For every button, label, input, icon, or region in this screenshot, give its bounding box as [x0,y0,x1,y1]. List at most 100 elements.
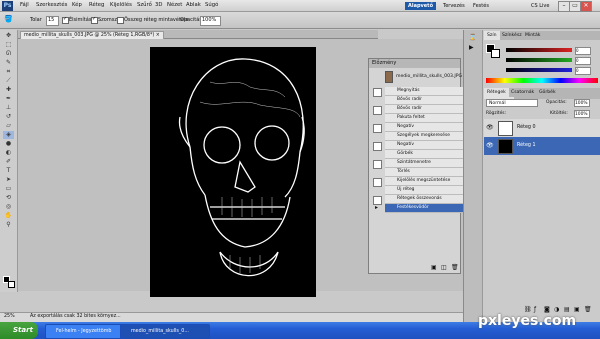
path-select-icon[interactable]: ➤ [3,176,14,184]
dodge-tool-icon[interactable]: ◐ [3,149,14,157]
opacity-input[interactable]: 100% [200,16,221,26]
tab-layers[interactable]: Rétegek [484,88,509,97]
delete-state-icon[interactable]: 🗑 [451,264,459,271]
tab-channels[interactable]: Csatornák [508,88,537,97]
history-brush-source-box[interactable] [373,124,382,133]
shape-tool-icon[interactable]: ▭ [3,185,14,193]
new-document-icon[interactable]: ▣ [431,264,437,271]
layer-opacity-input[interactable]: 100% [574,99,590,107]
history-item[interactable]: Megnyitás [385,87,471,96]
history-item[interactable]: Törlés [385,168,471,177]
taskbar-item-photoshop[interactable]: medio_millita_skulls_0... [120,324,210,339]
history-item[interactable]: Rétegek összevonás [385,195,471,204]
delete-layer-icon[interactable]: 🗑 [584,306,592,313]
menu-select[interactable]: Kijelölés [110,2,132,8]
tab-swatches[interactable]: Színkész [499,31,525,40]
brush-tool-icon[interactable]: ✒ [3,95,14,103]
layer-style-icon[interactable]: ƒ [534,306,536,313]
red-value[interactable]: 0 [575,47,591,55]
3d-orbit-icon[interactable]: ◎ [3,203,14,211]
eraser-tool-icon[interactable]: ▱ [3,122,14,130]
clone-stamp-icon[interactable]: ⊥ [3,104,14,112]
history-brush-icon[interactable]: ↺ [3,113,14,121]
menu-3d[interactable]: 3D [155,2,162,8]
tolerance-input[interactable]: 15 [46,16,59,26]
red-slider[interactable] [506,48,572,52]
blend-mode-select[interactable]: Normál [486,99,538,107]
new-group-icon[interactable]: ▤ [564,306,570,313]
workspace-essentials[interactable]: Alapvető [405,2,437,10]
contiguous-checkbox[interactable] [91,16,98,24]
menu-window[interactable]: Ablak [186,2,201,8]
paint-bucket-tool-icon[interactable]: ◈ [3,131,14,139]
cs-live-button[interactable]: CS Live [528,2,552,10]
color-bg-swatch[interactable] [491,49,500,58]
snapshot-thumbnail[interactable] [385,71,393,83]
hand-tool-icon[interactable]: ✋ [3,212,14,220]
history-brush-source-box[interactable] [373,88,382,97]
close-icon[interactable]: ✕ [580,1,592,12]
eye-icon[interactable]: 👁 [486,142,494,149]
healing-brush-icon[interactable]: ✚ [3,86,14,94]
history-item[interactable]: Görbék [385,150,471,159]
zoom-level[interactable]: 25% [4,314,15,319]
menu-help[interactable]: Súgó [205,2,218,8]
tab-styles[interactable]: Minták [522,31,543,40]
marquee-tool-icon[interactable]: ⬚ [3,41,14,49]
layer-row-selected[interactable]: 👁 Réteg 1 [484,137,600,155]
new-layer-icon[interactable]: ▣ [574,306,580,313]
history-item[interactable]: Pakuta feltet [385,114,471,123]
tab-paths[interactable]: Görbék [536,88,559,97]
background-color-swatch[interactable] [8,281,15,288]
snapshot-name[interactable]: medio_millita_skulls_003.JPG [396,74,462,79]
workspace-painting[interactable]: Festés [470,2,492,10]
layer-name[interactable]: Réteg 0 [517,125,536,130]
history-item[interactable]: Bővös radír [385,96,471,105]
lasso-tool-icon[interactable]: ᘏ [3,50,14,58]
move-tool-icon[interactable]: ✥ [3,32,14,40]
eyedropper-icon[interactable]: ⟋ [3,77,14,85]
menu-image[interactable]: Kép [72,2,82,8]
antialias-checkbox[interactable] [62,16,69,24]
history-brush-source-box[interactable] [373,142,382,151]
adjustment-layer-icon[interactable]: ◑ [554,306,559,313]
blur-tool-icon[interactable]: ● [3,140,14,148]
history-item[interactable]: Kijelölés megszüntetése [385,177,471,186]
history-brush-source-box[interactable] [373,178,382,187]
history-brush-source-box[interactable] [373,106,382,115]
green-value[interactable]: 0 [575,57,591,65]
blue-slider[interactable] [506,68,572,72]
pen-tool-icon[interactable]: ✐ [3,158,14,166]
zoom-tool-icon[interactable]: ⚲ [3,221,14,229]
layer-name[interactable]: Réteg 1 [517,143,536,148]
color-spectrum-bar[interactable] [486,78,598,83]
history-item-selected[interactable]: Festékesvödör [385,204,471,213]
menu-view[interactable]: Nézet [167,2,182,8]
crop-tool-icon[interactable]: ⌗ [3,68,14,76]
paint-bucket-icon[interactable]: 🪣 [4,15,13,23]
actions-panel-icon[interactable]: ▶ [469,44,474,51]
history-panel-icon[interactable]: ⌛ [469,34,476,41]
workspace-design[interactable]: Tervezés [440,2,468,10]
history-item[interactable]: Szegélyek megkeresése [385,132,471,141]
start-button[interactable]: Start [0,322,38,339]
new-snapshot-icon[interactable]: ◫ [441,264,447,271]
layer-row[interactable]: 👁 Réteg 0 [484,119,600,138]
tab-color[interactable]: Szín [484,31,500,40]
green-slider[interactable] [506,58,572,62]
quick-select-icon[interactable]: ✎ [3,59,14,67]
history-item[interactable]: Szintátmenetre [385,159,471,168]
type-tool-icon[interactable]: T [3,167,14,175]
3d-rotate-icon[interactable]: ⟲ [3,194,14,202]
history-item[interactable]: Bővös radír [385,105,471,114]
link-layers-icon[interactable]: ⛓ [524,306,532,313]
history-brush-source-box[interactable] [373,160,382,169]
menu-filter[interactable]: Szűrő [137,2,152,8]
menu-layer[interactable]: Réteg [89,2,104,8]
history-item[interactable]: Új réteg [385,186,471,195]
fill-input[interactable]: 100% [574,110,590,118]
document-image[interactable] [150,47,316,297]
add-mask-icon[interactable]: ◙ [544,306,550,313]
eye-icon[interactable]: 👁 [486,124,494,131]
menu-file[interactable]: Fájl [20,2,29,8]
